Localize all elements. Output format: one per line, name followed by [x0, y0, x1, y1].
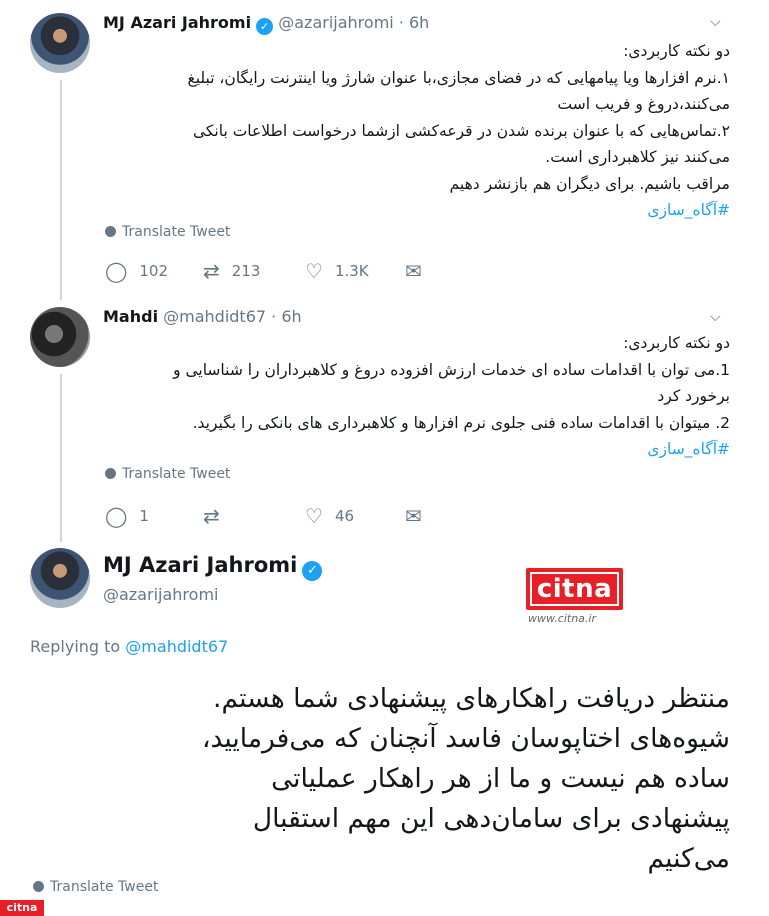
globe-icon [105, 226, 116, 237]
reply-icon: ◯ [105, 259, 128, 283]
chevron-down-icon[interactable]: ⌵ [710, 14, 721, 30]
like-button[interactable]: ♡ 1.3K [305, 259, 369, 283]
hashtag-link[interactable]: #آگاه_سازی [100, 436, 730, 463]
tweet-line: 1.می توان با اقدامات ساده ای خدمات ارزش … [173, 360, 730, 379]
retweet-button[interactable]: ⇄ 213 [203, 259, 260, 283]
thread-line [60, 374, 62, 542]
author-name[interactable]: MJ Azari Jahromi [103, 13, 251, 32]
author-handle[interactable]: @mahdidt67 · 6h [163, 307, 302, 326]
tweet-line: ساده هم نیست و ما از هر راهکار عملیاتی [271, 763, 730, 794]
citna-logo: citna [526, 568, 623, 610]
tweet-line: مراقب باشیم. برای دیگران هم بازنشر دهیم [449, 174, 730, 193]
author-handle[interactable]: @azarijahromi [103, 585, 218, 604]
heart-icon: ♡ [305, 259, 323, 283]
envelope-icon: ✉ [405, 259, 422, 283]
tweet-line: می‌کنند،دروغ و فریب است [557, 95, 731, 113]
envelope-icon: ✉ [405, 504, 422, 528]
hashtag-link[interactable]: #آگاه_سازی [100, 197, 730, 224]
verified-badge-icon: ✓ [256, 18, 274, 35]
like-count: 46 [334, 507, 355, 525]
message-button[interactable]: ✉ [405, 259, 434, 283]
reply-button[interactable]: ◯ 1 [105, 504, 149, 528]
citna-logo-text: citna [536, 574, 613, 604]
tweet-line: پیشنهادی برای سامان‌دهی این مهم استقبال [252, 803, 730, 834]
verified-badge-icon: ✓ [302, 561, 323, 581]
tweet-text: دو نکته کاربردی: 1.می توان با اقدامات سا… [100, 330, 730, 463]
author-name[interactable]: Mahdi [103, 307, 158, 326]
tweet-line: می‌کنیم [647, 843, 730, 874]
like-button[interactable]: ♡ 46 [305, 504, 354, 528]
reply-count: 102 [139, 262, 169, 280]
avatar[interactable] [30, 548, 90, 608]
translate-tweet-link[interactable]: Translate Tweet [33, 879, 158, 895]
tweet-line: برخورد کرد [657, 387, 730, 405]
translate-label: Translate Tweet [50, 879, 159, 895]
tweet-line: ۱.نرم افزارها ویا پیامهایی که در فضای مج… [187, 68, 730, 87]
tweet-text: منتظر دریافت راهکارهای پیشنهادی شما هستم… [30, 679, 730, 879]
citna-corner-text: citna [6, 901, 38, 914]
retweet-icon: ⇄ [203, 504, 220, 528]
citna-url: www.citna.ir [528, 612, 596, 625]
avatar[interactable] [30, 307, 90, 367]
translate-label: Translate Tweet [122, 224, 231, 240]
heart-icon: ♡ [305, 504, 323, 528]
author-name[interactable]: MJ Azari Jahromi ✓ [103, 553, 323, 581]
tweet-text: دو نکته کاربردی: ۱.نرم افزارها ویا پیامه… [100, 38, 730, 224]
citna-corner-watermark: citna [0, 900, 44, 916]
tweet-line: منتظر دریافت راهکارهای پیشنهادی شما هستم… [213, 683, 730, 714]
author-name-label: MJ Azari Jahromi [103, 553, 298, 577]
tweet-header: MJ Azari Jahromi ✓ @azarijahromi · 6h [103, 13, 429, 35]
avatar[interactable] [30, 13, 90, 73]
retweet-icon: ⇄ [203, 259, 220, 283]
retweet-button[interactable]: ⇄ [203, 504, 232, 528]
translate-tweet-link[interactable]: Translate Tweet [105, 224, 230, 240]
tweet-line: می‌کنند نیز کلاهبرداری است. [545, 148, 730, 166]
message-button[interactable]: ✉ [405, 504, 434, 528]
replying-prefix: Replying to [30, 637, 121, 656]
tweet-line: ۲.تماس‌هایی که با عنوان برنده شدن در قرع… [192, 121, 730, 140]
tweet-line: دو نکته کاربردی: [623, 42, 730, 60]
tweet-line: دو نکته کاربردی: [623, 334, 730, 352]
globe-icon [33, 881, 44, 892]
replying-handle-link[interactable]: @mahdidt67 [125, 637, 228, 656]
replying-to: Replying to @mahdidt67 [30, 637, 228, 656]
translate-label: Translate Tweet [122, 466, 231, 482]
author-handle[interactable]: @azarijahromi · 6h [278, 13, 429, 32]
chevron-down-icon[interactable]: ⌵ [710, 309, 721, 325]
tweet-header: Mahdi @mahdidt67 · 6h [103, 307, 302, 326]
reply-button[interactable]: ◯ 102 [105, 259, 168, 283]
retweet-count: 213 [231, 262, 261, 280]
reply-count: 1 [139, 507, 149, 525]
tweet-line: 2. میتوان با اقدامات ساده فنی جلوی نرم ا… [192, 413, 730, 432]
thread-line [60, 80, 62, 300]
like-count: 1.3K [334, 262, 369, 280]
reply-icon: ◯ [105, 504, 128, 528]
globe-icon [105, 468, 116, 479]
tweet-line: شیوه‌های اختاپوسان فاسد آنچنان که می‌فرم… [201, 723, 730, 754]
translate-tweet-link[interactable]: Translate Tweet [105, 466, 230, 482]
